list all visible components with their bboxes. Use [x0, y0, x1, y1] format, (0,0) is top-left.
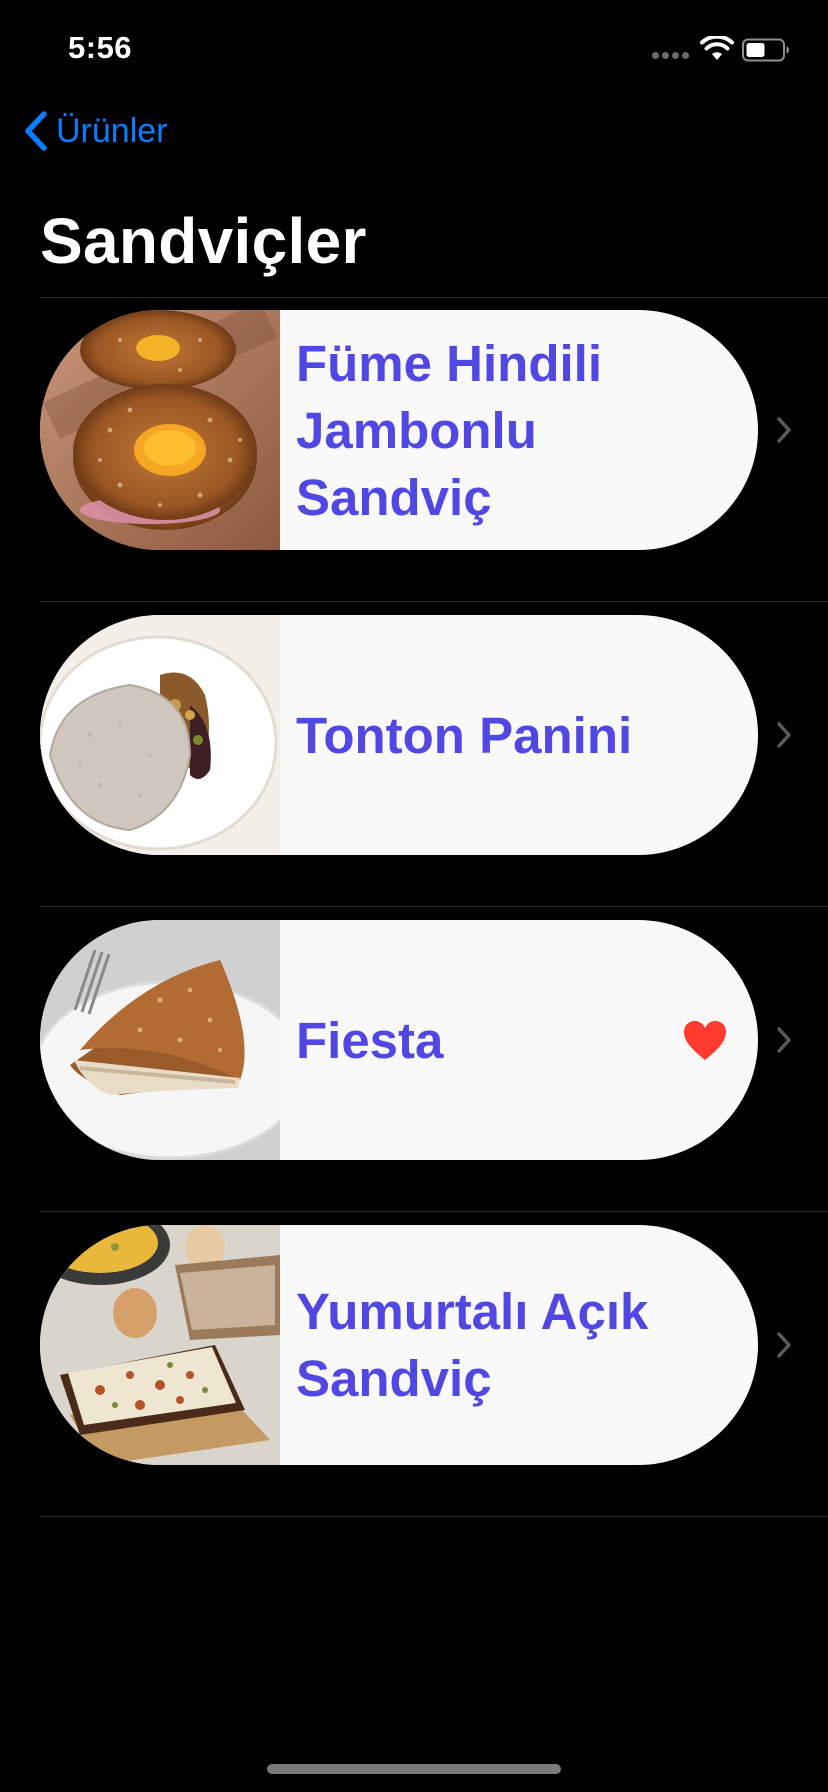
cellular-signal-icon — [652, 52, 690, 60]
chevron-left-icon — [25, 111, 47, 151]
item-title: Fiesta — [296, 1011, 444, 1069]
chevron-right-icon — [777, 722, 791, 748]
wifi-icon — [700, 36, 734, 60]
chevron-right-icon — [777, 417, 791, 443]
home-indicator[interactable] — [267, 1764, 561, 1774]
list-item[interactable]: Füme Hindili Jambonlu Sandviç — [40, 310, 828, 550]
list-item[interactable]: Tonton Panini — [40, 615, 828, 855]
item-card: Füme Hindili Jambonlu Sandviç — [40, 310, 758, 550]
status-bar: 5:56 — [0, 0, 828, 100]
list-item[interactable]: Yumurtalı Açık Sandviç — [40, 1225, 828, 1465]
item-title: Yumurtalı Açık Sandviç — [296, 1283, 649, 1407]
chevron-right-icon — [777, 1332, 791, 1358]
item-title: Tonton Panini — [296, 706, 633, 764]
item-card: Fiesta — [40, 920, 758, 1160]
status-time: 5:56 — [68, 30, 133, 65]
egg-open-sandwich-photo — [40, 1225, 280, 1465]
back-button[interactable]: Ürünler — [22, 108, 167, 154]
heart-icon — [684, 1021, 726, 1060]
list-item[interactable]: Fiesta — [40, 920, 828, 1160]
list-separator — [40, 906, 828, 907]
chevron-right-icon — [777, 1027, 791, 1053]
fiesta-sandwich-photo — [40, 920, 280, 1160]
list-separator — [40, 1211, 828, 1212]
list-separator — [40, 297, 828, 298]
list-separator — [40, 601, 828, 602]
smoked-turkey-bagel-sandwich-photo — [40, 310, 280, 550]
list-separator — [40, 1516, 828, 1517]
tonton-panini-photo — [40, 615, 280, 855]
page-title: Sandviçler — [40, 205, 367, 277]
battery-icon — [742, 38, 789, 62]
item-card: Yumurtalı Açık Sandviç — [40, 1225, 758, 1465]
item-title: Füme Hindili Jambonlu Sandviç — [296, 334, 602, 526]
item-card: Tonton Panini — [40, 615, 758, 855]
back-label: Ürünler — [56, 111, 168, 150]
